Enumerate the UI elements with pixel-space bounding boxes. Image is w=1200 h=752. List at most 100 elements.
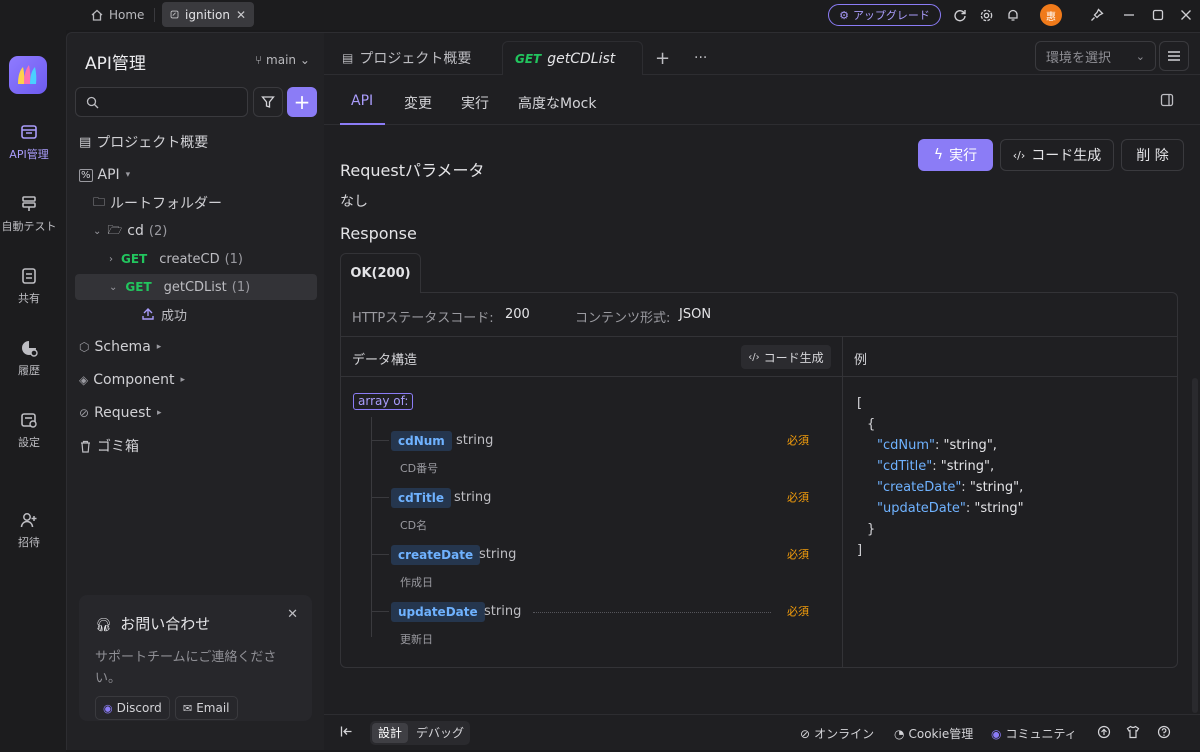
panel-toggle-icon[interactable]: [1160, 93, 1174, 111]
branch-label: main: [266, 53, 297, 67]
rail-item-invite[interactable]: 招待: [0, 510, 58, 550]
test-icon: [22, 196, 36, 211]
avatar[interactable]: 惠: [1040, 4, 1062, 26]
field-name[interactable]: cdTitle: [391, 488, 451, 508]
community-label: コミュニティ: [1005, 727, 1077, 741]
scrollbar-thumb[interactable]: [1192, 378, 1198, 713]
more-tabs-button[interactable]: ···: [694, 41, 707, 75]
tree-item-request[interactable]: ⊘ Request ▸: [75, 400, 317, 426]
project-tab[interactable]: ignition ✕: [162, 2, 254, 27]
response-tab-ok[interactable]: OK(200): [340, 253, 421, 293]
minimize-icon[interactable]: [1119, 5, 1139, 25]
tree-item-root-folder[interactable]: 🗀 ルートフォルダー: [75, 190, 317, 216]
http-status-key: HTTPステータスコード:: [352, 311, 494, 326]
community-link[interactable]: ◉ コミュニティ: [991, 725, 1077, 742]
json-close-brace: }: [867, 522, 876, 537]
subtab-mock[interactable]: 高度なMock: [518, 93, 596, 113]
delete-button[interactable]: 削 除: [1121, 139, 1184, 171]
help-title: 🎧︎ お問い合わせ: [95, 613, 210, 634]
tree-item-api[interactable]: % API ▾: [75, 162, 317, 188]
json-value: "string": [974, 501, 1024, 516]
help-icon[interactable]: [1157, 725, 1171, 739]
pin-icon[interactable]: [1087, 5, 1107, 25]
subtab-edit[interactable]: 変更: [404, 93, 432, 113]
shirt-icon[interactable]: [1126, 725, 1140, 739]
filter-button[interactable]: [253, 87, 283, 117]
json-key: "createDate": [877, 480, 962, 495]
tab-overview-label: プロジェクト概要: [359, 51, 472, 67]
rail-item-api[interactable]: API管理: [0, 122, 58, 162]
rail-item-share[interactable]: 共有: [0, 266, 58, 306]
add-button[interactable]: +: [287, 87, 317, 117]
field-name[interactable]: cdNum: [391, 431, 452, 451]
json-key: "cdNum": [877, 438, 935, 453]
rail-item-settings[interactable]: 設定: [0, 410, 58, 450]
tree-trash-label: ゴミ箱: [97, 439, 139, 455]
subtab-underline: [340, 123, 385, 125]
field-name[interactable]: updateDate: [391, 602, 485, 622]
title-bar: Home ignition ✕ ⚙ アップグレード 惠: [0, 0, 1200, 30]
close-tab-icon[interactable]: ✕: [236, 8, 246, 22]
tree-item-schema[interactable]: ⬡ Schema ▸: [75, 334, 317, 360]
email-button[interactable]: ✉ Email: [175, 696, 238, 720]
online-status[interactable]: ⊘ オンライン: [800, 725, 874, 742]
cookie-manager[interactable]: ◔ Cookie管理: [894, 725, 973, 742]
field-name[interactable]: createDate: [391, 545, 481, 565]
codegen-button[interactable]: ‹/› コード生成: [1000, 139, 1114, 171]
mode-switch: 設計 デバッグ: [370, 721, 470, 745]
tree-item-get-cd-list[interactable]: ⌄ GET getCDList (1): [75, 274, 317, 300]
rail-label-test: 自動テスト: [1, 220, 57, 233]
http-status-value: 200: [505, 307, 530, 322]
folder-icon: 🗀: [93, 194, 106, 209]
mode-design[interactable]: 設計: [372, 723, 408, 743]
subtab-run[interactable]: 実行: [461, 93, 489, 113]
doc-tabbar: ▤ プロジェクト概要 GET getCDList + ··· 環境を選択 ⌄: [324, 33, 1200, 75]
menu-button[interactable]: [1159, 41, 1189, 71]
chevron-down-icon: ⌄: [1135, 49, 1145, 63]
tab-project-overview[interactable]: ▤ プロジェクト概要: [342, 41, 471, 75]
discord-icon: ◉: [103, 701, 113, 715]
tree-item-trash[interactable]: ゴミ箱: [75, 433, 317, 459]
run-button[interactable]: ϟ 実行: [918, 139, 993, 171]
rail-label-history: 履歴: [18, 364, 40, 377]
upload-icon[interactable]: [1097, 725, 1111, 739]
rail-item-test[interactable]: 自動テスト: [0, 194, 58, 234]
environment-select[interactable]: 環境を選択 ⌄: [1035, 41, 1156, 71]
rail-item-history[interactable]: 履歴: [0, 338, 58, 378]
mode-debug[interactable]: デバッグ: [416, 723, 464, 743]
history-icon: [22, 341, 38, 357]
collapse-sidebar-icon[interactable]: [340, 725, 353, 738]
project-icon: [170, 10, 179, 19]
discord-button[interactable]: ◉ Discord: [95, 696, 170, 720]
help-title-text: お問い合わせ: [120, 615, 211, 633]
tree-item-success[interactable]: 成功: [75, 301, 317, 327]
home-label: Home: [109, 8, 145, 22]
folder-open-icon: 🗁: [107, 222, 123, 237]
maximize-icon[interactable]: [1148, 5, 1168, 25]
tree-item-create-cd[interactable]: › GET createCD (1): [75, 246, 317, 272]
home-tab[interactable]: Home: [90, 4, 144, 26]
tree-item-cd-folder[interactable]: ⌄ 🗁 cd (2): [75, 218, 317, 244]
refresh-icon[interactable]: [950, 5, 970, 25]
search-input[interactable]: [75, 87, 248, 117]
help-text: サポートチームにご連絡ください。: [95, 650, 277, 686]
upgrade-button[interactable]: ⚙ アップグレード: [828, 4, 941, 26]
codegen-small-button[interactable]: ‹/› コード生成: [741, 345, 831, 369]
json-value: "string",: [943, 438, 997, 453]
tree-item-overview[interactable]: ▤ プロジェクト概要: [75, 129, 317, 155]
rail-label-invite: 招待: [18, 536, 40, 549]
tree-item-component[interactable]: ◈ Component ▸: [75, 367, 317, 393]
bell-icon[interactable]: [1003, 5, 1023, 25]
hover-guide: [533, 612, 771, 613]
request-params-heading: Requestパラメータ: [340, 161, 485, 180]
example-heading: 例: [854, 353, 868, 368]
close-window-icon[interactable]: [1176, 5, 1196, 25]
close-icon[interactable]: ✕: [287, 607, 298, 622]
tab-get-cd-list[interactable]: GET getCDList: [502, 41, 643, 75]
caret-right-icon: ▸: [156, 408, 162, 418]
subtab-api[interactable]: API: [351, 93, 373, 109]
branch-selector[interactable]: ⑂ main ⌄: [255, 53, 310, 67]
gear-icon[interactable]: [976, 5, 996, 25]
response-meta: HTTPステータスコード: 200 コンテンツ形式: JSON: [341, 293, 1177, 337]
new-tab-button[interactable]: +: [655, 41, 670, 75]
